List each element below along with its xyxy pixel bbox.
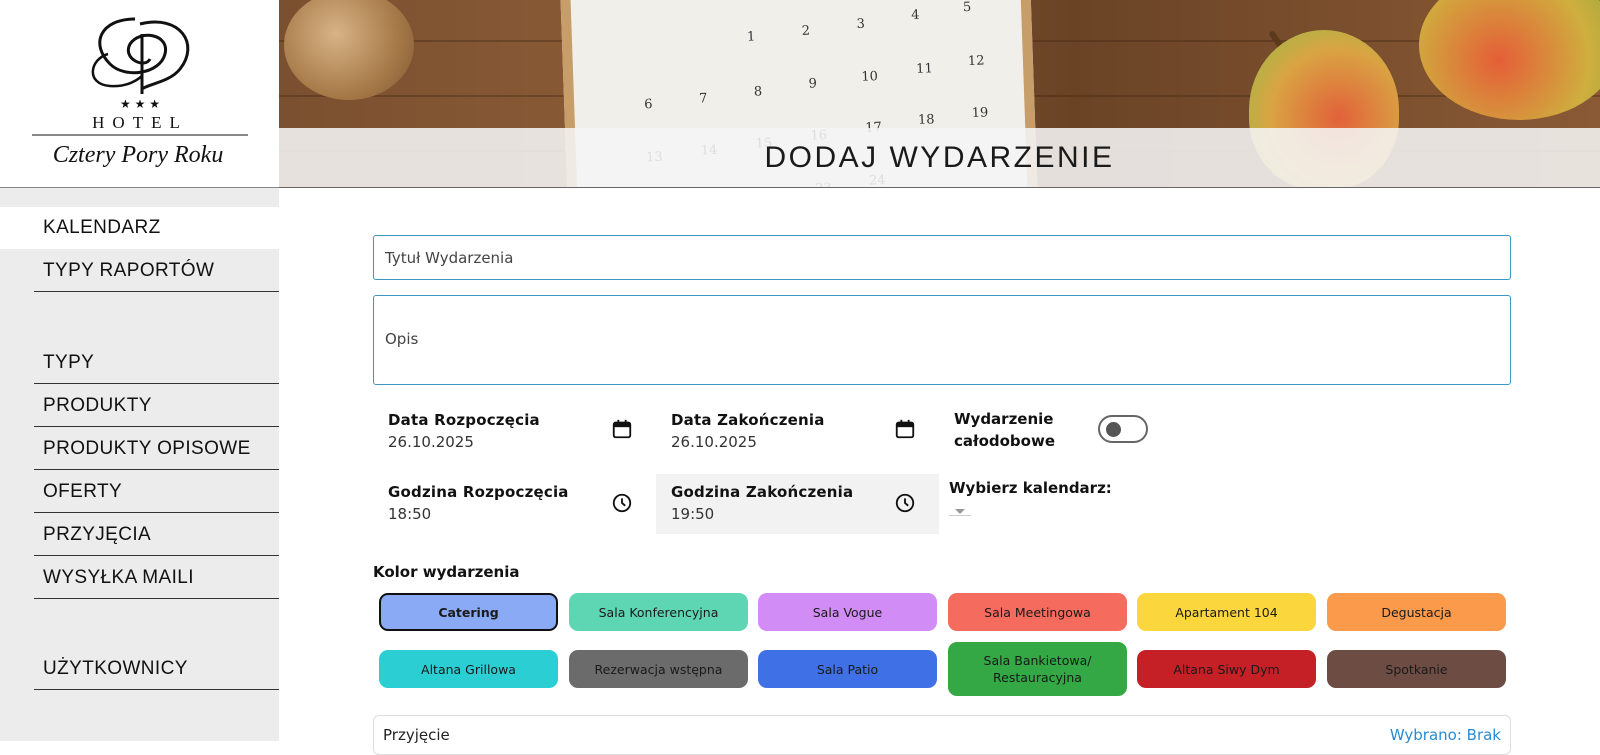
color-chip-sala-patio[interactable]: Sala Patio — [758, 650, 937, 688]
sidebar: ★ ★ ★ HOTEL Cztery Pory Roku KALENDARZ T… — [0, 0, 279, 741]
clock-icon[interactable] — [611, 492, 633, 514]
color-chip-spotkanie[interactable]: Spotkanie — [1327, 650, 1506, 688]
color-chip-altana-siwy-dym[interactable]: Altana Siwy Dym — [1137, 650, 1316, 688]
walnut-image — [284, 0, 414, 100]
color-chip-sala-konferencyjna[interactable]: Sala Konferencyjna — [569, 593, 748, 631]
reception-label: Przyjęcie — [383, 726, 450, 744]
color-chip-sala-meetingowa[interactable]: Sala Meetingowa — [948, 593, 1127, 631]
svg-text:HOTEL: HOTEL — [92, 113, 188, 132]
selected-status: Wybrano: Brak — [1389, 726, 1501, 744]
sidebar-item-oferty[interactable]: OFERTY — [34, 471, 279, 513]
calendar-select-dropdown[interactable] — [949, 506, 971, 516]
hotel-logo-icon: ★ ★ ★ HOTEL Cztery Pory Roku — [32, 17, 248, 168]
event-title-input[interactable]: Tytuł Wydarzenia — [373, 235, 1511, 280]
sidebar-item-kalendarz[interactable]: KALENDARZ — [0, 207, 279, 249]
all-day-toggle[interactable] — [1098, 415, 1148, 443]
color-chip-degustacja[interactable]: Degustacja — [1327, 593, 1506, 631]
end-date-field[interactable]: Data Zakończenia 26.10.2025 — [656, 402, 939, 462]
color-chip-sala-bankietowa-restauracyjna[interactable]: Sala Bankietowa/ Restauracyjna — [948, 642, 1127, 696]
sidebar-item-typy-raportow[interactable]: TYPY RAPORTÓW — [34, 250, 279, 292]
sidebar-item-produkty[interactable]: PRODUKTY — [34, 385, 279, 427]
svg-text:★ ★ ★: ★ ★ ★ — [120, 97, 160, 111]
color-chip-altana-grillowa[interactable]: Altana Grillowa — [379, 650, 558, 688]
color-chip-catering[interactable]: Catering — [379, 593, 558, 631]
svg-text:Cztery Pory Roku: Cztery Pory Roku — [53, 142, 224, 168]
reception-select[interactable]: Przyjęcie Wybrano: Brak — [373, 715, 1511, 755]
toggle-knob — [1106, 422, 1121, 437]
all-day-label: Wydarzenie całodobowe — [954, 410, 1056, 450]
sidebar-item-produkty-opisowe[interactable]: PRODUKTY OPISOWE — [34, 428, 279, 470]
event-color-label: Kolor wydarzenia — [373, 563, 520, 581]
color-chip-sala-vogue[interactable]: Sala Vogue — [758, 593, 937, 631]
color-chip-apartament-104[interactable]: Apartament 104 — [1137, 593, 1316, 631]
color-chip-rezerwacja-wstępna[interactable]: Rezerwacja wstępna — [569, 650, 748, 688]
calendar-select-label: Wybierz kalendarz: — [949, 479, 1112, 497]
sidebar-item-typy[interactable]: TYPY — [34, 342, 279, 384]
end-time-field[interactable]: Godzina Zakończenia 19:50 — [656, 474, 939, 534]
page-title: DODAJ WYDARZENIE — [764, 141, 1115, 174]
event-description-input[interactable]: Opis — [373, 295, 1511, 385]
sidebar-item-przyjecia[interactable]: PRZYJĘCIA — [34, 514, 279, 556]
calendar-icon[interactable] — [894, 418, 916, 440]
hotel-logo: ★ ★ ★ HOTEL Cztery Pory Roku — [0, 0, 279, 188]
start-date-field[interactable]: Data Rozpoczęcia 26.10.2025 — [373, 402, 656, 462]
sidebar-item-uzytkownicy[interactable]: UŻYTKOWNICY — [34, 648, 279, 690]
start-time-field[interactable]: Godzina Rozpoczęcia 18:50 — [373, 474, 656, 534]
clock-icon[interactable] — [894, 492, 916, 514]
calendar-icon[interactable] — [611, 418, 633, 440]
header-banner: 1 2 3 4 5 6 7 8 9 10 11 12 13 14 15 16 1… — [279, 0, 1600, 188]
sidebar-item-wysylka-maili[interactable]: WYSYŁKA MAILI — [34, 557, 279, 599]
pear-image-2 — [1419, 0, 1600, 120]
